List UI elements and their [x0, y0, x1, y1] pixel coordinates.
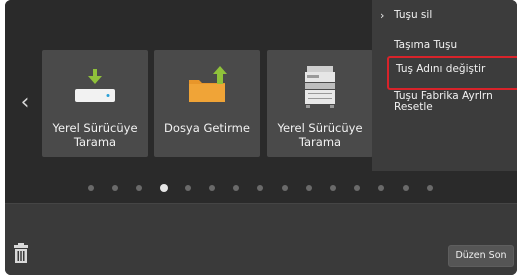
folder-upload-icon — [154, 62, 260, 112]
tile-file-retrieval[interactable]: Dosya Getirme — [154, 50, 260, 157]
page-dot[interactable] — [88, 185, 94, 191]
tile-scan-to-local-drive[interactable]: Yerel Sürücüye Tarama — [42, 50, 148, 157]
printer-icon — [267, 62, 373, 112]
page-dot[interactable] — [257, 185, 264, 191]
page-indicator — [5, 183, 517, 193]
page-dot[interactable] — [354, 185, 361, 191]
chevron-right-icon: › — [380, 9, 385, 22]
tile-scan-to-local-drive-2[interactable]: Yerel Sürücüye Tarama — [267, 50, 373, 157]
page-dot[interactable] — [184, 185, 191, 191]
home-panel: ‹ Yerel Sürücüye Tarama Dosya Getirme Ye… — [5, 0, 517, 203]
menu-item-factory-reset-key[interactable]: Tuşu Fabrika Ayrlrn Resetle — [372, 91, 517, 115]
menu-item-label: Tuş Adını değiştir — [396, 63, 486, 75]
device-screen: ‹ Yerel Sürücüye Tarama Dosya Getirme Ye… — [5, 0, 517, 275]
menu-item-delete-key[interactable]: › Tuşu sil — [372, 10, 517, 26]
page-dot[interactable] — [112, 185, 119, 191]
context-menu: › Tuşu sil Taşıma Tuşu Tuş Adını değişti… — [372, 0, 517, 171]
page-dot[interactable] — [209, 185, 215, 191]
page-dot[interactable] — [330, 185, 336, 191]
page-dot[interactable] — [136, 185, 143, 191]
menu-item-label: Tuşu Fabrika Ayrlrn Resetle — [394, 90, 493, 113]
tile-label: Yerel Sürücüye Tarama — [52, 121, 138, 149]
page-dot-active[interactable] — [159, 184, 168, 192]
page-dot[interactable] — [305, 185, 312, 191]
bottom-bar — [5, 203, 517, 275]
scan-to-drive-icon — [42, 62, 148, 112]
page-dot[interactable] — [426, 185, 433, 191]
page-dot[interactable] — [378, 185, 385, 191]
page-dot[interactable] — [281, 185, 288, 191]
finish-edit-button[interactable]: Düzen Son — [448, 245, 514, 267]
menu-item-label: Taşıma Tuşu — [394, 39, 458, 51]
menu-item-rename-key[interactable]: Tuş Adını değiştir — [387, 56, 517, 90]
trash-icon[interactable] — [12, 242, 30, 264]
tile-label: Dosya Getirme — [164, 121, 250, 135]
chevron-left-icon[interactable]: ‹ — [15, 90, 35, 116]
tile-label: Yerel Sürücüye Tarama — [277, 121, 363, 149]
menu-item-label: Tuşu sil — [394, 9, 433, 21]
menu-item-move-key[interactable]: Taşıma Tuşu — [372, 40, 517, 54]
page-dot[interactable] — [233, 185, 240, 191]
page-dot[interactable] — [402, 185, 409, 191]
